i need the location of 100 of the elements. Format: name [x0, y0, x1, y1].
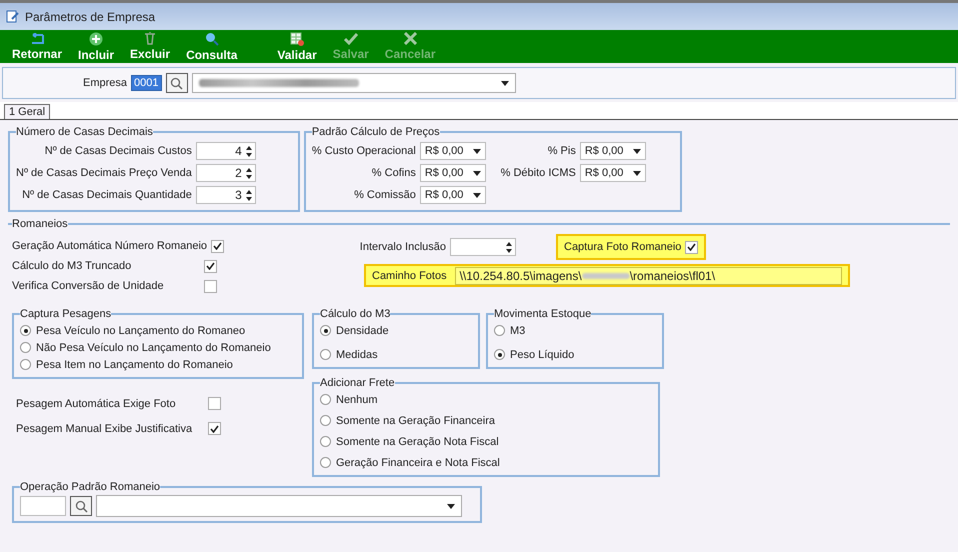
group-title: Adicionar Frete: [320, 377, 395, 389]
field-label: Nº de Casas Decimais Preço Venda: [16, 167, 192, 179]
radio-button[interactable]: [320, 457, 331, 468]
field-label: % Comissão: [353, 189, 416, 201]
dropdown[interactable]: R$ 0,00: [420, 186, 486, 204]
radio-label[interactable]: M3: [510, 324, 526, 336]
checkbox-label: Pesagem Automática Exige Foto: [16, 398, 177, 410]
field-label: Empresa: [83, 77, 128, 89]
checkbox[interactable]: [208, 397, 221, 410]
radio-button[interactable]: [320, 415, 331, 426]
checkbox-label: Cálculo do M3 Truncado: [12, 260, 132, 272]
caret-icon: [632, 148, 641, 154]
spinner-field[interactable]: 2: [196, 164, 256, 182]
radio-button[interactable]: [320, 394, 331, 405]
return-arrow-icon: [29, 32, 45, 44]
caret-icon: [632, 170, 641, 176]
checkbox[interactable]: [211, 240, 224, 252]
tab[interactable]: 1 Geral: [4, 104, 50, 119]
radio-label[interactable]: Geração Financeira e Nota Fiscal: [336, 456, 500, 468]
radio-label[interactable]: Peso Líquido: [510, 348, 574, 360]
spin-arrows-icon: [246, 144, 252, 158]
checkmark-icon: [687, 243, 696, 251]
window-title: Parâmetros de Empresa: [25, 10, 156, 24]
trash-icon: [144, 32, 156, 45]
dropdown[interactable]: R$ 0,00: [580, 164, 646, 182]
caret-icon: [472, 148, 481, 154]
field-label: % Custo Operacional: [312, 145, 416, 157]
radio-button[interactable]: [20, 359, 31, 370]
search-button[interactable]: [70, 496, 92, 516]
checkbox-label: Captura Foto Romaneio: [564, 241, 682, 253]
spinner-field[interactable]: [450, 238, 516, 256]
dropdown[interactable]: R$ 0,00: [420, 142, 486, 160]
toolbar-button[interactable]: Retornar: [4, 30, 70, 63]
group-title: Romaneios: [12, 218, 68, 230]
caret-icon: [472, 170, 481, 176]
radio-label[interactable]: Pesa Item no Lançamento do Romaneio: [36, 358, 233, 370]
radio-button[interactable]: [20, 342, 31, 353]
code-field[interactable]: 0001: [131, 75, 162, 91]
checkbox-label: Pesagem Manual Exibe Justificativa: [16, 422, 194, 434]
caret-icon: [500, 80, 509, 86]
toolbar-button[interactable]: Validar: [269, 30, 325, 63]
radio-button[interactable]: [320, 325, 331, 336]
checkbox-label: Geração Automática Número Romaneio: [12, 240, 208, 252]
group-title: Padrão Cálculo de Preços: [312, 126, 440, 138]
field-label: Nº de Casas Decimais Quantidade: [22, 189, 192, 201]
search-icon: [170, 76, 184, 90]
toolbar-button[interactable]: Consulta: [178, 30, 246, 63]
grid-icon: [290, 32, 304, 46]
field-label: Caminho Fotos: [372, 270, 447, 282]
spin-arrows-icon: [246, 188, 252, 202]
checkmark-icon: [210, 424, 219, 432]
path-field[interactable]: \\10.254.80.5\imagens\ \romaneios\fl01\: [454, 266, 842, 284]
group-title: Operação Padrão Romaneio: [20, 481, 160, 493]
field-label: % Pis: [546, 145, 576, 157]
radio-label[interactable]: Medidas: [336, 348, 378, 360]
checkmark-icon: [206, 262, 215, 270]
radio-button[interactable]: [494, 349, 505, 360]
group-title: Cálculo do M3: [320, 308, 390, 320]
spinner-field[interactable]: 4: [196, 142, 256, 160]
code-field[interactable]: [20, 496, 66, 516]
field-label: % Cofins: [370, 167, 416, 179]
spin-arrows-icon: [246, 166, 252, 180]
form-icon: [6, 10, 19, 23]
search-button[interactable]: [166, 73, 188, 93]
dropdown[interactable]: R$ 0,00: [420, 164, 486, 182]
field-label: % Débito ICMS: [500, 167, 576, 179]
caret-icon: [472, 192, 481, 198]
radio-label[interactable]: Pesa Veículo no Lançamento do Romaneo: [36, 324, 246, 336]
radio-button[interactable]: [320, 436, 331, 447]
checkbox[interactable]: [204, 260, 217, 272]
group-title: Número de Casas Decimais: [16, 126, 153, 138]
group-title: Captura Pesagens: [20, 308, 112, 320]
checkbox[interactable]: [204, 280, 217, 292]
spin-arrows-icon: [506, 240, 512, 254]
toolbar-button[interactable]: Incluir: [70, 30, 122, 63]
radio-button[interactable]: [20, 325, 31, 336]
radio-label[interactable]: Densidade: [336, 324, 389, 336]
radio-button[interactable]: [320, 349, 331, 360]
caret-icon: [447, 504, 455, 508]
spinner-field[interactable]: 3: [196, 186, 256, 204]
checkbox[interactable]: [685, 240, 698, 254]
toolbar-button[interactable]: Excluir: [122, 30, 178, 63]
group-title: Movimenta Estoque: [494, 308, 592, 320]
radio-label[interactable]: Somente na Geração Nota Fiscal: [336, 436, 499, 448]
plus-icon: [89, 32, 104, 46]
checkbox-label: Verifica Conversão de Unidade: [12, 280, 165, 292]
redaction-mark: [582, 272, 630, 278]
checkmark-icon: [213, 242, 222, 250]
field-label: Nº de Casas Decimais Custos: [44, 145, 192, 157]
radio-label[interactable]: Somente na Geração Financeira: [336, 414, 495, 426]
checkbox[interactable]: [208, 422, 221, 435]
dropdown[interactable]: R$ 0,00: [580, 142, 646, 160]
field-label: Intervalo Inclusão: [358, 241, 446, 253]
close-icon: [404, 32, 417, 45]
check-icon: [344, 32, 358, 44]
radio-label[interactable]: Nenhum: [336, 394, 378, 406]
radio-button[interactable]: [494, 325, 505, 336]
search-icon: [204, 32, 219, 46]
radio-label[interactable]: Não Pesa Veículo no Lançamento do Romaneio: [36, 342, 271, 354]
search-icon: [74, 500, 88, 512]
